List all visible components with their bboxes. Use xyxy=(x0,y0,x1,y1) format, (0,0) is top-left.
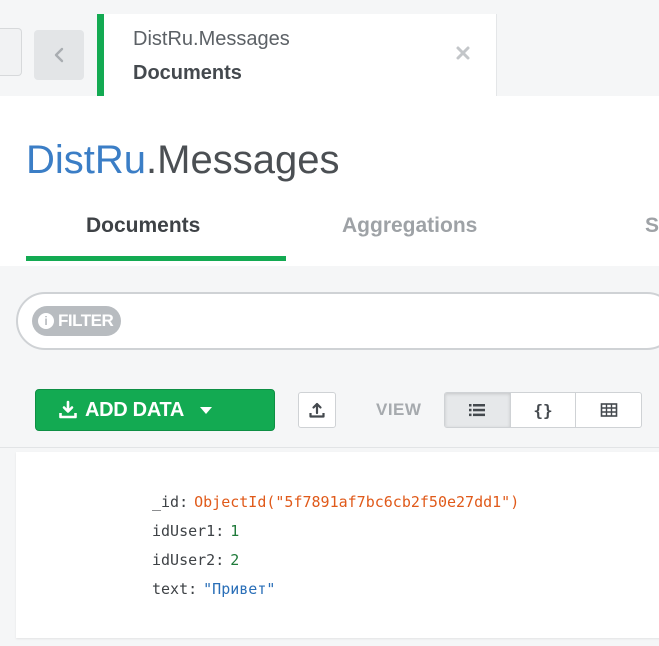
documents-toolbar: ADD DATA VIEW {} xyxy=(0,376,659,448)
field-row-text[interactable]: text: "Привет" xyxy=(152,575,519,604)
field-row-iduser1[interactable]: idUser1: 1 xyxy=(152,517,519,546)
view-toggle-group: {} xyxy=(444,392,642,428)
compass-window: DistRu.Messages Documents DistRu.Message… xyxy=(0,0,659,646)
filter-label: FILTER xyxy=(58,311,114,330)
field-value: 2 xyxy=(230,551,240,569)
tab-strip: DistRu.Messages Documents xyxy=(0,0,659,96)
field-value: "Привет" xyxy=(203,580,276,598)
filter-input[interactable]: i FILTER xyxy=(16,292,659,350)
active-tab[interactable]: DistRu.Messages Documents xyxy=(97,14,497,96)
view-label: VIEW xyxy=(376,400,422,419)
field-key: _id xyxy=(152,493,180,511)
document-fields: _id: ObjectId("5f7891af7bc6cb2f50e27dd1")… xyxy=(152,488,519,604)
tab-namespace: DistRu.Messages xyxy=(133,28,290,50)
page-title: DistRu.Messages xyxy=(26,136,339,184)
chevron-left-icon xyxy=(54,47,64,63)
tab-subtitle: Documents xyxy=(133,62,242,84)
field-key: idUser2 xyxy=(152,551,216,569)
back-button[interactable] xyxy=(34,30,84,80)
add-data-button[interactable]: ADD DATA xyxy=(35,389,275,431)
active-subtab-indicator xyxy=(26,256,286,261)
field-row-iduser2[interactable]: idUser2: 2 xyxy=(152,546,519,575)
tab-schema[interactable]: S xyxy=(645,214,659,238)
list-icon xyxy=(469,404,486,417)
active-tab-accent xyxy=(97,14,104,96)
caret-down-icon[interactable] xyxy=(200,406,213,414)
field-key: text xyxy=(152,580,189,598)
tab-documents[interactable]: Documents xyxy=(86,214,200,238)
add-data-label: ADD DATA xyxy=(85,398,185,421)
json-view-button[interactable]: {} xyxy=(511,393,577,427)
info-icon: i xyxy=(38,313,54,329)
tab-aggregations[interactable]: Aggregations xyxy=(342,214,477,238)
field-row-id[interactable]: _id: ObjectId("5f7891af7bc6cb2f50e27dd1") xyxy=(152,488,519,517)
previous-tab-edge[interactable] xyxy=(0,28,22,76)
document-list: _id: ObjectId("5f7891af7bc6cb2f50e27dd1")… xyxy=(0,448,659,646)
upload-icon xyxy=(309,402,325,418)
filter-label-chip[interactable]: i FILTER xyxy=(32,306,122,336)
collection-name: .Messages xyxy=(146,138,340,182)
table-icon xyxy=(600,403,617,417)
field-value: ObjectId("5f7891af7bc6cb2f50e27dd1") xyxy=(194,493,520,511)
query-bar-area: i FILTER xyxy=(0,266,659,376)
table-view-button[interactable] xyxy=(576,393,641,427)
close-tab-button[interactable] xyxy=(451,41,475,65)
export-button[interactable] xyxy=(298,392,336,428)
collection-subtabs: Documents Aggregations S xyxy=(0,196,659,267)
field-value: 1 xyxy=(230,522,240,540)
document-card[interactable]: _id: ObjectId("5f7891af7bc6cb2f50e27dd1")… xyxy=(16,452,659,638)
close-icon xyxy=(456,46,470,60)
database-name[interactable]: DistRu xyxy=(26,138,146,182)
download-icon xyxy=(59,400,77,419)
field-key: idUser1 xyxy=(152,522,216,540)
list-view-button[interactable] xyxy=(445,393,511,427)
